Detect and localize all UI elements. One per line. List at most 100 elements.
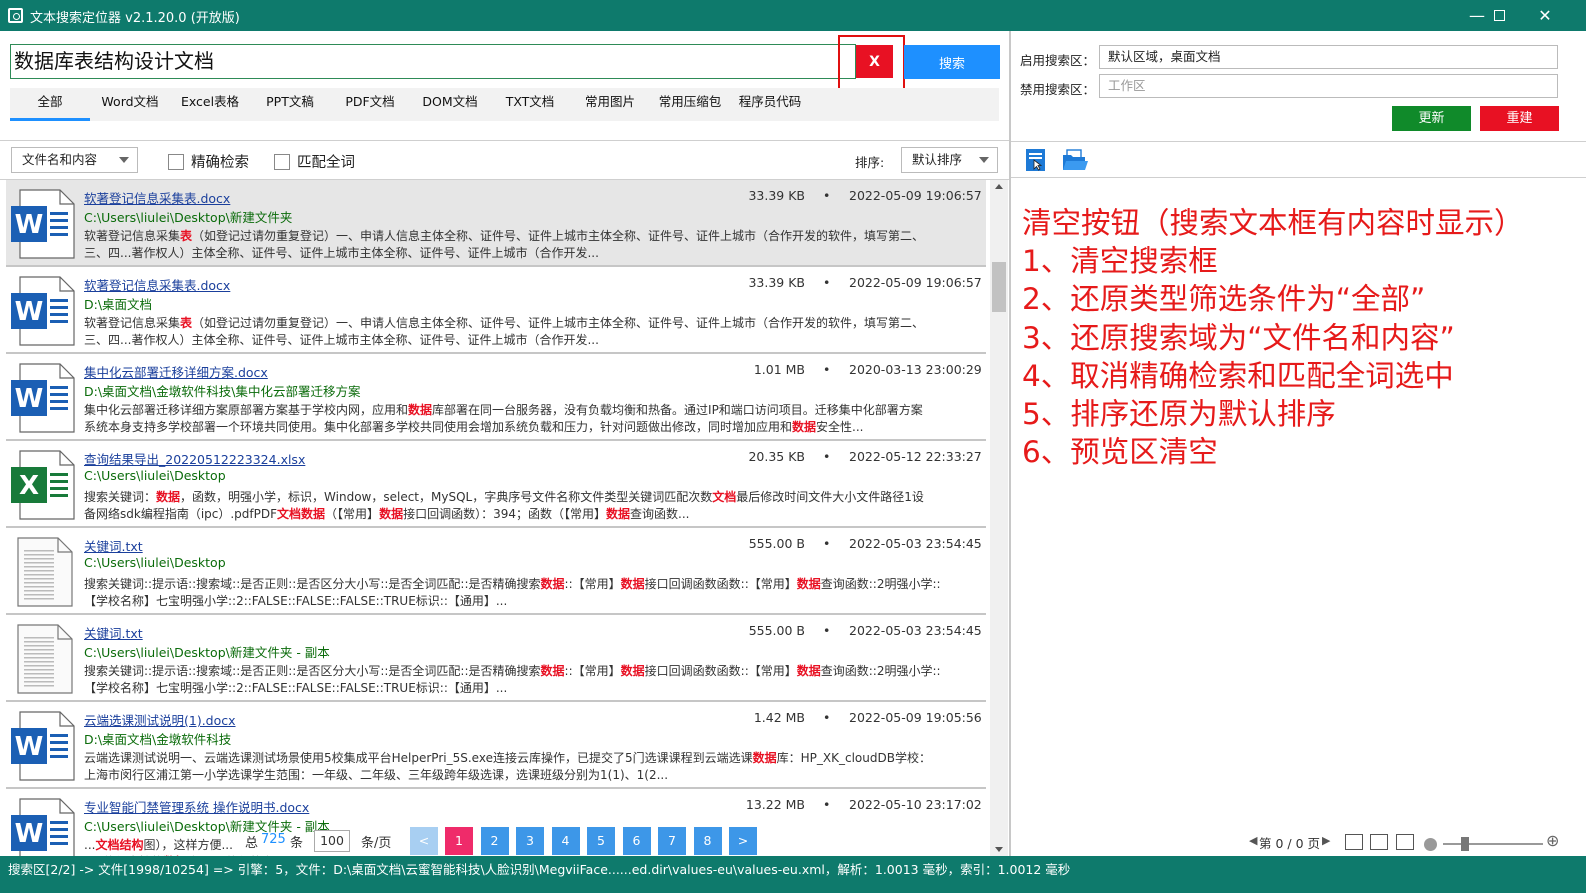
zoom-slider-thumb[interactable] xyxy=(1461,837,1469,851)
per-page-label: 条/页 xyxy=(361,836,392,851)
file-name-link[interactable]: 专业智能门禁管理系统 操作说明书.docx xyxy=(84,797,309,816)
file-path[interactable]: D:\桌面文档\金墩软件科技\集中化云部署迁移方案 xyxy=(84,381,360,400)
disable-area-input[interactable]: 工作区 xyxy=(1099,74,1558,98)
page-button-5[interactable]: 5 xyxy=(587,827,615,855)
file-name-link[interactable]: 集中化云部署迁移详细方案.docx xyxy=(84,362,268,381)
left-panel: 数据库表结构设计文档 X 搜索 全部 Word文档 Excel表格 PPT文稿 PDF文… xyxy=(0,31,1010,856)
chevron-down-icon xyxy=(119,157,129,163)
checkbox-box xyxy=(168,153,184,170)
tab-9[interactable]: 程序员代码 xyxy=(730,88,810,121)
snippet-line-1: 搜索关键词::提示语::搜索域::是否正则::是否区分大小写::是否全词匹配::… xyxy=(84,575,974,592)
file-date: 2022-05-12 22:33:27 xyxy=(849,449,982,464)
prev-page-icon[interactable]: ◀ xyxy=(1249,834,1257,847)
tab-2[interactable]: Excel表格 xyxy=(170,88,250,121)
search-button[interactable]: 搜索 xyxy=(904,45,1000,79)
file-date: 2022-05-10 23:17:02 xyxy=(849,797,982,812)
tab-5[interactable]: DOM文档 xyxy=(410,88,490,121)
file-name-link[interactable]: 关键词.txt xyxy=(84,623,143,642)
snippet-text: （如登记过请勿重复登记）一、申请人信息主体全称、证件号、证件上城市主体全称、证件… xyxy=(192,229,925,243)
file-path[interactable]: C:\Users\liulei\Desktop\新建文件夹 - 副本 xyxy=(84,642,330,661)
results-scrollbar[interactable] xyxy=(990,180,1008,856)
scroll-up-icon[interactable] xyxy=(995,184,1003,189)
search-input[interactable]: 数据库表结构设计文档 xyxy=(10,44,856,79)
document-cursor-icon xyxy=(1026,149,1045,171)
result-row[interactable]: W 云端选课测试说明(1).docx D:\桌面文档\金墩软件科技 1.42 MB • 2… xyxy=(6,702,986,789)
scope-select[interactable]: 文件名和内容 xyxy=(11,147,138,173)
file-path[interactable]: C:\Users\liulei\Desktop\新建文件夹 xyxy=(84,207,292,226)
page-button-1[interactable]: 1 xyxy=(445,827,473,855)
prev-page-button[interactable]: < xyxy=(410,827,438,855)
separator-dot: • xyxy=(823,797,831,812)
file-path[interactable]: C:\Users\liulei\Desktop xyxy=(84,468,226,483)
file-name-link[interactable]: 查询结果导出_20220512223324.xlsx xyxy=(84,449,305,468)
tab-1[interactable]: Word文档 xyxy=(90,88,170,121)
sort-select[interactable]: 默认排序 xyxy=(901,147,998,173)
snippet-line-1: 集中化云部署迁移详细方案原部署方案基于学校内网，应用和数据库部署在同一台服务器，… xyxy=(84,401,974,418)
file-path[interactable]: D:\桌面文档\金墩软件科技 xyxy=(84,729,231,748)
fit-view-button[interactable] xyxy=(1396,834,1414,850)
update-button[interactable]: 更新 xyxy=(1392,106,1471,131)
tab-6[interactable]: TXT文档 xyxy=(490,88,570,121)
zoom-out-icon[interactable] xyxy=(1424,838,1437,851)
file-name-link[interactable]: 云端选课测试说明(1).docx xyxy=(84,710,236,729)
filter-bar: 文件名和内容 精确检索 匹配全词 排序: 默认排序 xyxy=(0,143,1010,179)
scroll-down-icon[interactable] xyxy=(995,847,1003,852)
right-panel: 启用搜索区： 默认区域，桌面文档 禁用搜索区： 工作区 更新 重建 清空按钮（搜… xyxy=(1011,31,1586,856)
two-page-view-button[interactable] xyxy=(1370,834,1388,850)
result-row[interactable]: 关键词.txt C:\Users\liulei\Desktop 555.00 B • 2… xyxy=(6,528,986,615)
file-name-link[interactable]: 软著登记信息采集表.docx xyxy=(84,188,230,207)
page-button-4[interactable]: 4 xyxy=(551,827,580,855)
snippet-text: 安全性... xyxy=(816,420,864,434)
zoom-slider[interactable] xyxy=(1443,843,1543,845)
file-date: 2022-05-09 19:06:57 xyxy=(849,275,982,290)
enable-area-input[interactable]: 默认区域，桌面文档 xyxy=(1099,45,1558,69)
whole-word-checkbox[interactable]: 匹配全词 xyxy=(274,151,355,172)
file-path[interactable]: D:\桌面文档 xyxy=(84,294,152,313)
snippet-text: 查询函数::2明强小学:: xyxy=(820,664,941,678)
exact-search-checkbox[interactable]: 精确检索 xyxy=(168,151,249,172)
file-path[interactable]: C:\Users\liulei\Desktop xyxy=(84,555,226,570)
next-page-icon[interactable]: ▶ xyxy=(1322,834,1330,847)
page-button-7[interactable]: 7 xyxy=(658,827,686,855)
single-page-view-button[interactable] xyxy=(1345,834,1363,850)
snippet-line-2: 上海市闵行区浦江第一小学选课学生范围：一年级、二年级、三年级跨年级选课，选课班级… xyxy=(84,766,974,783)
snippet-line-2: 三、四...著作权人）主体全称、证件号、证件上城市主体全称、证件号、证件上城市（… xyxy=(84,244,974,261)
page-button-3[interactable]: 3 xyxy=(516,827,544,855)
zoom-in-icon[interactable]: ⊕ xyxy=(1546,831,1559,850)
file-size: 33.39 KB xyxy=(748,188,805,203)
snippet-line-1: 软著登记信息采集表（如登记过请勿重复登记）一、申请人信息主体全称、证件号、证件上… xyxy=(84,314,974,331)
tab-4[interactable]: PDF文档 xyxy=(330,88,410,121)
page-button-6[interactable]: 6 xyxy=(622,827,651,855)
tab-3[interactable]: PPT文稿 xyxy=(250,88,330,121)
preview-document-button[interactable] xyxy=(1024,148,1048,172)
page-size-input[interactable]: 100 xyxy=(314,830,350,852)
tab-7[interactable]: 常用图片 xyxy=(570,88,650,121)
maximize-button[interactable] xyxy=(1476,0,1522,31)
svg-text:X: X xyxy=(19,471,39,501)
tab-0[interactable]: 全部 xyxy=(10,88,90,121)
tab-8[interactable]: 常用压缩包 xyxy=(650,88,730,121)
next-page-button[interactable]: > xyxy=(729,827,757,855)
snippet-text: ::【常用】 xyxy=(564,664,621,678)
word-file-icon: W xyxy=(10,710,76,782)
result-row[interactable]: W 集中化云部署迁移详细方案.docx D:\桌面文档\金墩软件科技\集中化云部署迁… xyxy=(6,354,986,441)
result-row[interactable]: W 软著登记信息采集表.docx C:\Users\liulei\Desktop\新… xyxy=(6,180,986,267)
result-row[interactable]: 关键词.txt C:\Users\liulei\Desktop\新建文件夹 - 副… xyxy=(6,615,986,702)
result-row[interactable]: W 软著登记信息采集表.docx D:\桌面文档 33.39 KB • 2022-05-0… xyxy=(6,267,986,354)
match-highlight: 数据 xyxy=(156,490,181,504)
total-suffix: 条 xyxy=(290,836,304,851)
text-file-icon xyxy=(10,536,76,608)
annotation-line-5: 5、排序还原为默认排序 xyxy=(1022,397,1336,432)
close-window-button[interactable]: ✕ xyxy=(1522,0,1568,31)
page-button-8[interactable]: 8 xyxy=(693,827,722,855)
svg-text:W: W xyxy=(15,732,44,762)
separator-dot: • xyxy=(823,449,831,464)
rebuild-button[interactable]: 重建 xyxy=(1480,106,1559,131)
file-name-link[interactable]: 软著登记信息采集表.docx xyxy=(84,275,230,294)
file-name-link[interactable]: 关键词.txt xyxy=(84,536,143,555)
page-button-2[interactable]: 2 xyxy=(480,827,509,855)
open-folder-button[interactable] xyxy=(1061,148,1089,172)
result-row[interactable]: X 查询结果导出_20220512223324.xlsx C:\Users\liul… xyxy=(6,441,986,528)
snippet-text: 三、四...著作权人）主体全称、证件号、证件上城市主体全称、证件号、证件上城市（… xyxy=(84,333,599,347)
scroll-thumb[interactable] xyxy=(992,262,1006,312)
